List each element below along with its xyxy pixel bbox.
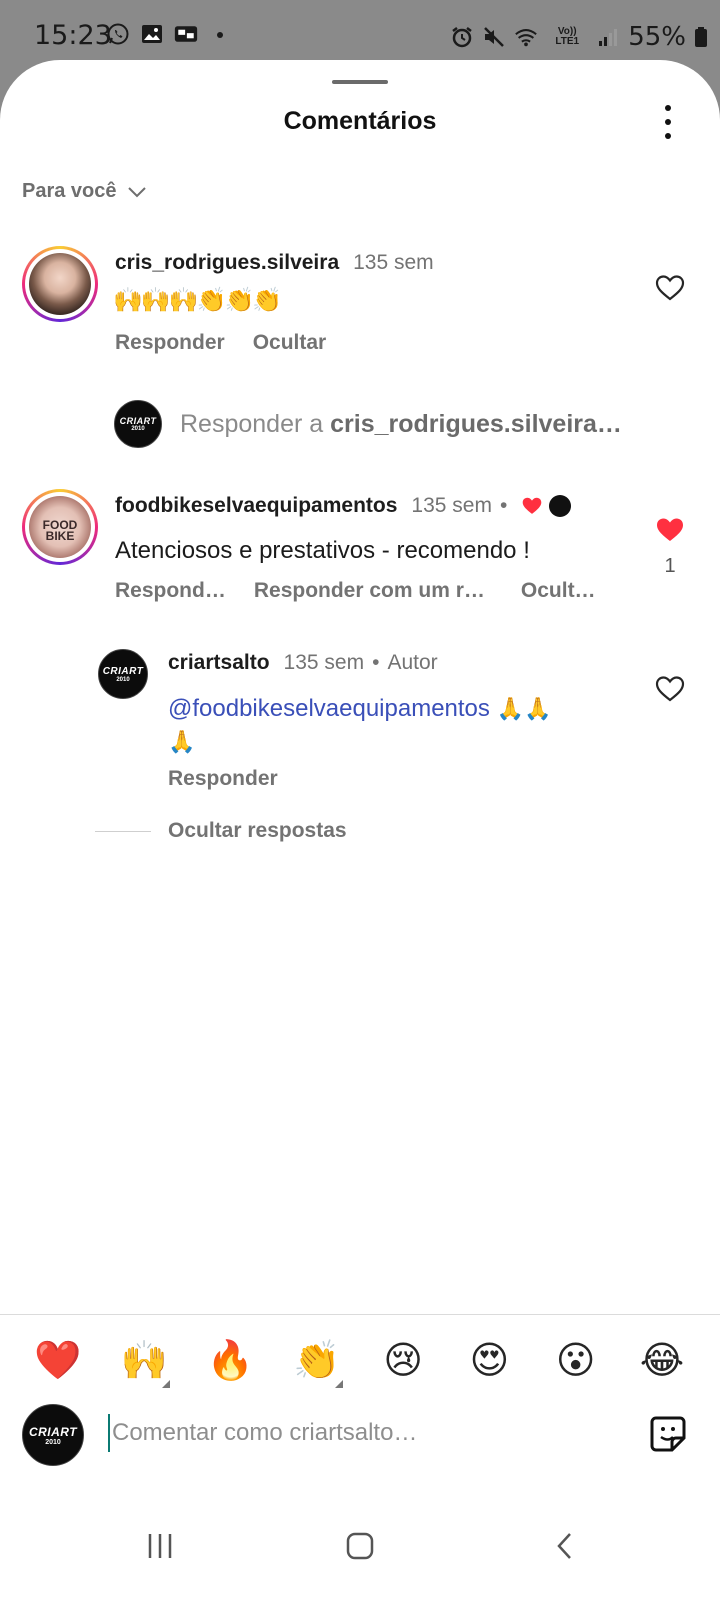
emoji-laughing-button[interactable]: 😂	[634, 1330, 690, 1390]
reply-emojis: 🙏🙏	[496, 697, 552, 722]
page-title: Comentários	[283, 107, 437, 135]
back-chevron-icon	[557, 1533, 571, 1559]
sticker-icon[interactable]	[648, 1414, 688, 1454]
recent-apps-button[interactable]	[140, 1526, 180, 1566]
recent-apps-icon	[148, 1534, 172, 1558]
chevron-down-icon	[127, 186, 146, 197]
emoji-heart-button[interactable]: ❤️	[30, 1330, 86, 1390]
avatar: CRIART 2010	[114, 400, 162, 448]
reply-emojis: 🙏	[168, 730, 196, 755]
hide-button[interactable]: Ocult…	[521, 579, 596, 603]
comment-text: Atenciosos e prestativos - recomendo !	[115, 537, 530, 564]
comment-timestamp: 135 sem	[353, 251, 434, 274]
filter-label: Para você	[22, 180, 117, 202]
wifi-icon	[514, 25, 538, 49]
reply-button[interactable]: Respond…	[115, 579, 226, 603]
emoji-clapping-button[interactable]: 👏	[289, 1330, 345, 1390]
reply-prompt-text: Responder a cris_rodrigues.silveira…	[180, 410, 622, 438]
comment-composer: CRIART 2010	[0, 1400, 720, 1480]
reply-button[interactable]: Responder	[115, 331, 225, 355]
skin-tone-caret-icon	[334, 1380, 343, 1388]
reply-header: criartsalto 135 sem • Autor	[168, 651, 438, 675]
skin-tone-caret-icon	[162, 1380, 171, 1388]
thread-line	[95, 831, 151, 832]
emoji-surprised-button[interactable]: 😮	[548, 1330, 604, 1390]
emoji-raising-hands-button[interactable]: 🙌	[116, 1330, 172, 1390]
comment-timestamp: 135 sem	[411, 494, 492, 517]
comment-header: foodbikeselvaequipamentos 135 sem •	[115, 494, 572, 518]
avatar[interactable]	[22, 246, 98, 322]
like-heart-outline-icon[interactable]	[655, 273, 685, 303]
mute-icon	[482, 25, 506, 49]
avatar[interactable]: FOOD BIKE	[22, 489, 98, 565]
comment-text: 🙌🙌🙌👏👏👏	[113, 286, 282, 314]
mention-link[interactable]: @foodbikeselvaequipamentos	[168, 695, 490, 722]
reply-text: @foodbikeselvaequipamentos 🙏🙏 🙏	[168, 693, 608, 759]
author-avatar-mini	[549, 495, 572, 517]
whatsapp-icon	[106, 22, 130, 46]
avatar[interactable]: CRIART 2010	[98, 649, 148, 699]
emoji-fire-button[interactable]: 🔥	[203, 1330, 259, 1390]
meta-separator: •	[372, 651, 380, 674]
more-options-button[interactable]	[656, 105, 680, 139]
more-dot-icon	[665, 105, 671, 111]
like-count: 1	[664, 555, 676, 577]
comment-actions: Responder Ocultar	[115, 331, 326, 355]
status-time: 15:23	[34, 20, 112, 51]
hide-button[interactable]: Ocultar	[253, 331, 327, 355]
comment-username[interactable]: cris_rodrigues.silveira	[115, 251, 339, 275]
home-button[interactable]	[340, 1526, 380, 1566]
author-liked-heart-icon	[523, 497, 542, 514]
gallery-icon	[140, 22, 164, 46]
system-nav-bar	[0, 1490, 720, 1600]
reply-timestamp: 135 sem	[283, 651, 365, 674]
more-dot-icon	[665, 119, 671, 125]
reply-with-reel-button[interactable]: Responder com um r…	[254, 579, 485, 603]
status-bar: 15:23 Vo)) LTE1 55%	[0, 0, 720, 62]
battery-icon	[694, 25, 708, 49]
hide-replies-button[interactable]: Ocultar respostas	[168, 819, 347, 843]
avatar-photo	[29, 253, 91, 315]
drag-handle[interactable]	[332, 80, 388, 84]
emoji-heart-eyes-button[interactable]: 😍	[461, 1330, 517, 1390]
back-button[interactable]	[545, 1526, 585, 1566]
home-icon	[346, 1532, 374, 1560]
battery-percent: 55%	[628, 22, 686, 52]
meta-separator: •	[499, 494, 508, 517]
game-launcher-icon	[174, 22, 198, 46]
more-notifications-dot-icon	[208, 22, 232, 46]
more-dot-icon	[665, 133, 671, 139]
avatar-photo: FOOD BIKE	[29, 496, 91, 558]
reply-actions: Responder	[168, 767, 278, 791]
divider	[0, 1314, 720, 1315]
signal-icon	[596, 25, 620, 49]
comment-input[interactable]	[108, 1414, 608, 1452]
like-heart-filled-icon[interactable]	[655, 515, 685, 545]
comment-username[interactable]: foodbikeselvaequipamentos	[115, 494, 397, 518]
system-icons: Vo)) LTE1 55%	[450, 22, 708, 52]
emoji-quick-bar: ❤️ 🙌 🔥 👏 😢 😍 😮 😂	[30, 1330, 690, 1390]
reply-button[interactable]: Responder	[168, 767, 278, 791]
comment-actions: Respond… Responder com um r… Ocult…	[115, 579, 596, 603]
comments-sheet: Comentários Para você cris_rodrigues.sil…	[0, 60, 720, 1600]
alarm-icon	[450, 25, 474, 49]
reply-username[interactable]: criartsalto	[168, 651, 270, 675]
comment-header: cris_rodrigues.silveira 135 sem	[115, 251, 434, 275]
author-badge: Autor	[387, 651, 438, 674]
avatar: CRIART 2010	[22, 1404, 84, 1466]
volte-indicator: Vo)) LTE1	[555, 26, 580, 47]
emoji-crying-button[interactable]: 😢	[375, 1330, 431, 1390]
filter-dropdown[interactable]: Para você	[22, 180, 147, 203]
like-heart-outline-icon[interactable]	[655, 674, 685, 704]
notification-icons	[106, 22, 232, 46]
